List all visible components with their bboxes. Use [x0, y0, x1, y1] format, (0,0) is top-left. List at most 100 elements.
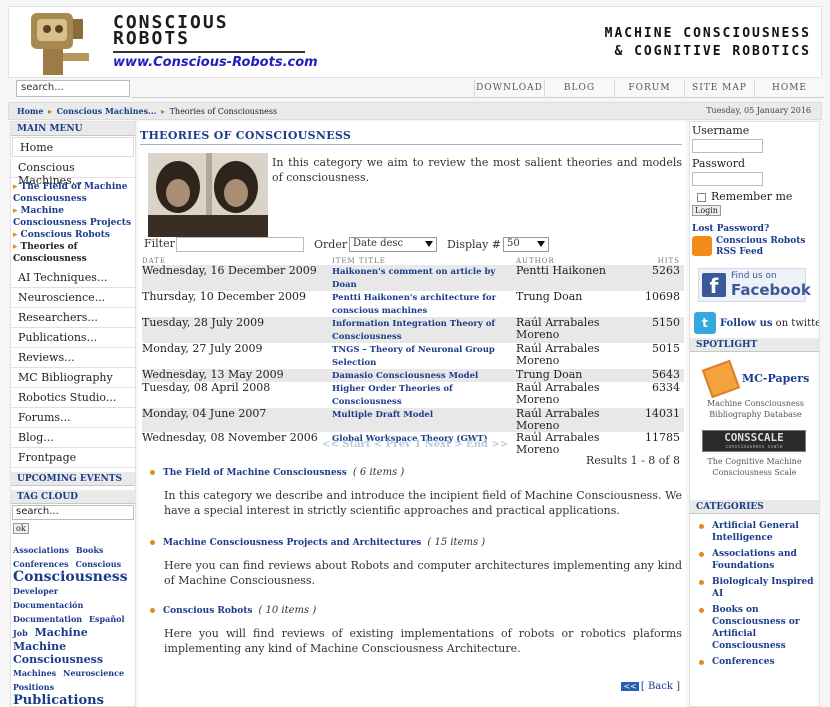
tag-link[interactable]: Conscious [75, 559, 121, 569]
tag-link[interactable]: Consciousness [13, 653, 103, 666]
twitter-link[interactable]: t Follow us on twitter [694, 312, 819, 336]
tag-link[interactable]: Español [89, 614, 125, 624]
arrow-icon: ▸ [13, 182, 18, 192]
category-item[interactable]: Conferences [694, 656, 819, 668]
category-count: ( 15 items ) [427, 537, 486, 548]
row-title-link[interactable]: Higher Order Theories of Consciousness [332, 384, 453, 407]
tag-link[interactable]: Machine [35, 626, 88, 639]
tag-link[interactable]: Neuroscience [63, 668, 124, 678]
tag-link[interactable]: Job [13, 628, 28, 638]
filter-input[interactable] [176, 237, 304, 252]
tag-link[interactable]: Documentation [13, 614, 82, 624]
search-input[interactable]: search... [16, 80, 130, 97]
remember-me[interactable]: Remember me [692, 190, 819, 203]
menu-item-home[interactable]: Home [12, 137, 134, 157]
tag-link[interactable]: Machines [13, 668, 56, 678]
lost-password-link[interactable]: Lost Password? [692, 224, 819, 234]
display-select[interactable]: 50 [503, 237, 549, 252]
submenu-item-theories[interactable]: ▸ Theories of Consciousness [13, 241, 133, 265]
menu-item-blog[interactable]: Blog... [11, 428, 135, 448]
row-hits: 6334 [652, 381, 680, 394]
tag-search-button[interactable]: ok [13, 523, 29, 534]
nav-divider [132, 97, 474, 98]
menu-item-ai-techniques[interactable]: AI Techniques... [11, 268, 135, 288]
logo-text[interactable]: CONSCIOUS ROBOTS [113, 14, 229, 48]
facebook-badge[interactable]: f Find us on Facebook [698, 268, 811, 302]
row-hits: 5263 [652, 264, 680, 277]
menu-item-robotics-studio[interactable]: Robotics Studio... [11, 388, 135, 408]
category-link[interactable]: Conscious Robots [163, 606, 252, 616]
menu-item-reviews[interactable]: Reviews... [11, 348, 135, 368]
menu-item-conscious-machines[interactable]: Conscious Machines... [11, 158, 135, 187]
menu-item-publications[interactable]: Publications... [11, 328, 135, 348]
page-title: THEORIES OF CONSCIOUSNESS [140, 129, 682, 145]
logo-url[interactable]: www.Conscious-Robots.com [113, 55, 318, 70]
submenu-item-projects[interactable]: ▸ Machine Consciousness Projects [13, 205, 133, 229]
tag-link[interactable]: Conferences [13, 559, 69, 569]
category-item[interactable]: Artificial General Intelligence [694, 520, 819, 544]
tag-link[interactable]: Developer [13, 586, 58, 596]
category-item[interactable]: Associations and Foundations [694, 548, 819, 572]
tag-cloud: Associations Books Conferences Conscious… [11, 537, 135, 706]
table-row: Wednesday, 16 December 2009 Haikonen's co… [142, 265, 684, 291]
category-item[interactable]: Books on Consciousness or Artificial Con… [694, 604, 819, 652]
menu-item-neuroscience[interactable]: Neuroscience... [11, 288, 135, 308]
mc-papers-link[interactable]: MC-Papers Machine Consciousness Bibliogr… [690, 358, 819, 419]
breadcrumb-home[interactable]: Home [17, 106, 43, 116]
tag-link[interactable]: Machine [13, 640, 66, 653]
row-title-link[interactable]: TNGS – Theory of Neuronal Group Selectio… [332, 345, 495, 368]
login-button[interactable]: Login [692, 205, 721, 216]
category-item[interactable]: Biologicaly Inspired AI [694, 576, 819, 600]
row-title-link[interactable]: Pentti Haikonen's architecture for consc… [332, 293, 496, 316]
nav-blog[interactable]: BLOG [544, 80, 614, 98]
rss-feed-link[interactable]: Conscious Robots RSS Feed [690, 236, 819, 258]
categories-title: CATEGORIES [690, 500, 819, 514]
back-button[interactable]: <<[ Back ] [621, 681, 680, 692]
nav-site-map[interactable]: SITE MAP [684, 80, 754, 98]
remember-checkbox[interactable] [697, 192, 706, 202]
nav-forum[interactable]: FORUM [614, 80, 684, 98]
site-header: CONSCIOUS ROBOTS www.Conscious-Robots.co… [8, 6, 822, 78]
menu-item-researchers[interactable]: Researchers... [11, 308, 135, 328]
password-field[interactable] [692, 172, 763, 186]
submenu-item-conscious-robots[interactable]: ▸ Conscious Robots [13, 229, 133, 241]
tag-search-input[interactable]: search... [12, 505, 134, 520]
breadcrumb-arrow-icon: ▸ [161, 107, 166, 116]
menu-item-frontpage[interactable]: Frontpage [11, 448, 135, 468]
row-author: Raúl Arrabales Moreno [516, 342, 600, 367]
tag-link[interactable]: Publications [13, 693, 104, 706]
breadcrumb: Home ▸ Conscious Machines... ▸ Theories … [8, 102, 822, 120]
category-description: Here you will find reviews of existing i… [164, 627, 682, 655]
tag-link[interactable]: Documentación [13, 600, 83, 610]
menu-item-mc-bibliography[interactable]: MC Bibliography [11, 368, 135, 388]
nav-download[interactable]: DOWNLOAD [474, 80, 544, 98]
facebook-icon: f [702, 273, 726, 298]
tag-link[interactable]: Consciousness [13, 569, 128, 585]
bullet-icon [150, 540, 155, 545]
conscale-logo[interactable]: CONSSCALE consciousness scale [702, 430, 806, 452]
filter-label: Filter [144, 237, 175, 250]
tag-link[interactable]: Positions [13, 682, 54, 692]
conscale-description: The Cognitive Machine Consciousness Scal… [707, 457, 802, 477]
table-row: Tuesday, 08 April 2008 Higher Order Theor… [142, 382, 684, 408]
row-title-link[interactable]: Haikonen's comment on article by Doan [332, 267, 495, 290]
password-label: Password [692, 157, 746, 170]
pagination[interactable]: << Start < Prev 1 Next > End >> [322, 439, 508, 450]
nav-home[interactable]: HOME [754, 80, 824, 98]
breadcrumb-conscious-machines[interactable]: Conscious Machines... [57, 106, 157, 116]
column-title[interactable]: ITEM TITLE [332, 256, 516, 265]
menu-item-forums[interactable]: Forums... [11, 408, 135, 428]
username-field[interactable] [692, 139, 763, 153]
category-link[interactable]: The Field of Machine Consciousness [163, 468, 347, 478]
order-select[interactable]: Date desc [349, 237, 437, 252]
tag-link[interactable]: Books [76, 545, 103, 555]
row-title-link[interactable]: Multiple Draft Model [332, 410, 433, 420]
row-date: Tuesday, 08 April 2008 [142, 381, 271, 394]
category-link[interactable]: Machine Consciousness Projects and Archi… [163, 538, 421, 548]
category-description: In this category we describe and introdu… [164, 489, 682, 517]
tag-link[interactable]: Associations [13, 545, 69, 555]
row-author: Raúl Arrabales Moreno [516, 316, 600, 341]
row-title-link[interactable]: Damasio Consciousness Model [332, 371, 478, 381]
submenu-item-field[interactable]: ▸ The Field of Machine Consciousness [13, 181, 133, 205]
row-title-link[interactable]: Information Integration Theory of Consci… [332, 319, 495, 342]
